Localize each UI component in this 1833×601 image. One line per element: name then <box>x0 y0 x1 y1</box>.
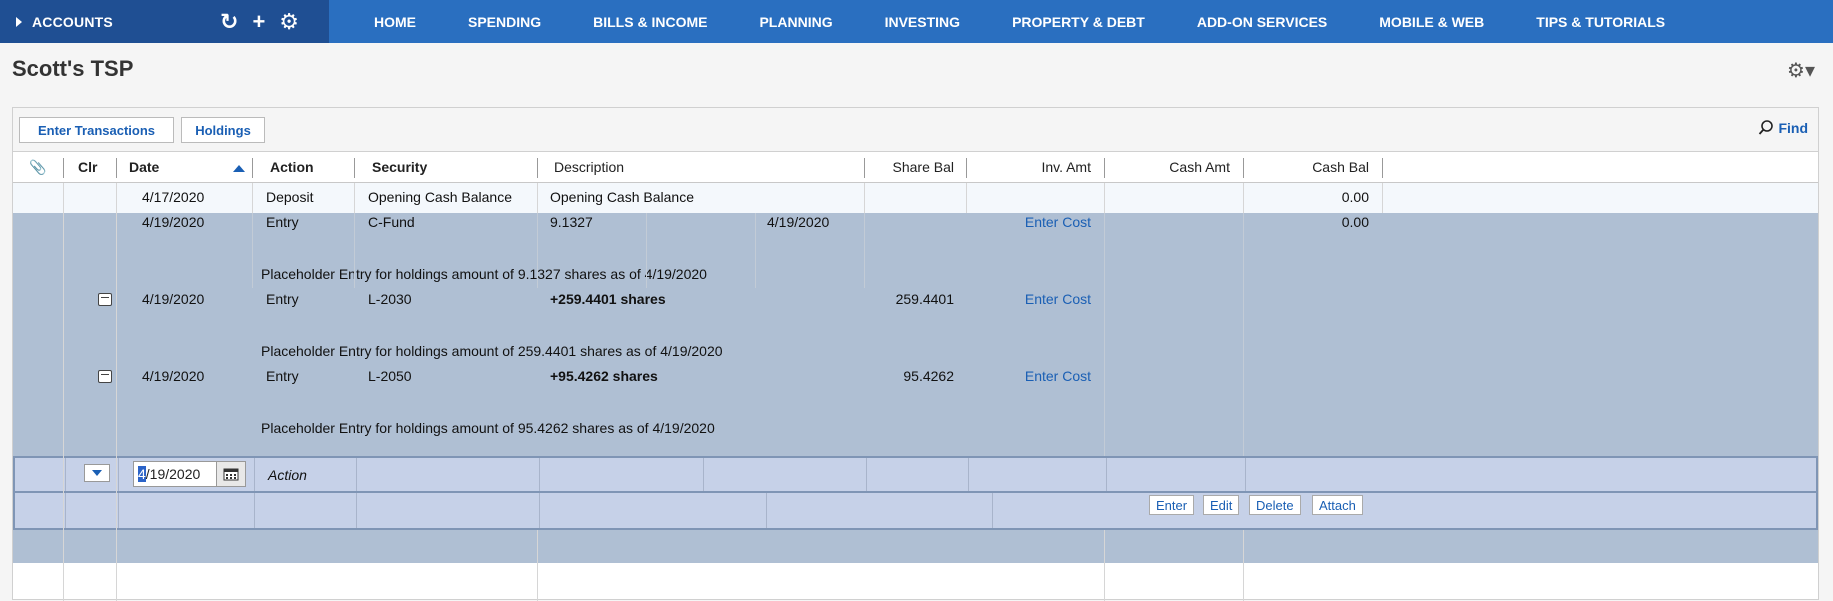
nav-spending[interactable]: SPENDING <box>442 0 567 43</box>
find-label: Find <box>1778 120 1808 136</box>
register-panel: Enter Transactions Holdings Find 📎 Clr D… <box>12 107 1819 601</box>
calculator-icon[interactable] <box>98 370 112 383</box>
col-cash-amt[interactable]: Cash Amt <box>1106 152 1230 182</box>
attachment-column-icon: 📎 <box>29 158 47 175</box>
col-date[interactable]: Date <box>129 152 159 182</box>
nav-add-on-services[interactable]: ADD-ON SERVICES <box>1171 0 1353 43</box>
action-field[interactable]: Action <box>268 467 307 483</box>
row-memo: Placeholder Entry for holdings amount of… <box>261 420 715 436</box>
row-share-bal: 95.4262 <box>903 368 954 384</box>
register-toolbar: Enter Transactions Holdings Find <box>13 108 1818 152</box>
transaction-edit-row[interactable]: 4/19/2020 Action <box>13 456 1818 493</box>
top-navigation-bar: ACCOUNTS ↻ + ⚙ HOME SPENDING BILLS & INC… <box>0 0 1833 43</box>
nav-tips-tutorials[interactable]: TIPS & TUTORIALS <box>1510 0 1691 43</box>
row-description-date: 4/19/2020 <box>767 214 830 230</box>
col-cash-bal[interactable]: Cash Bal <box>1245 152 1369 182</box>
refresh-icon[interactable]: ↻ <box>220 10 238 33</box>
nav-property-debt[interactable]: PROPERTY & DEBT <box>986 0 1171 43</box>
enter-cost-link[interactable]: Enter Cost <box>968 291 1091 307</box>
col-inv-amt[interactable]: Inv. Amt <box>968 152 1091 182</box>
calendar-icon <box>223 468 239 481</box>
row-security: Opening Cash Balance <box>368 189 512 205</box>
accounts-label: ACCOUNTS <box>32 13 113 30</box>
row-action: Entry <box>266 291 299 307</box>
chevron-down-icon <box>92 470 102 476</box>
row-description: +259.4401 shares <box>550 291 666 307</box>
date-input-cursor: 4 <box>138 466 146 482</box>
expand-triangle-icon <box>16 16 22 27</box>
nav-investing[interactable]: INVESTING <box>859 0 986 43</box>
row-date: 4/19/2020 <box>142 368 205 384</box>
row-action: Entry <box>266 368 299 384</box>
nav-mobile-web[interactable]: MOBILE & WEB <box>1353 0 1510 43</box>
settings-gear-icon[interactable]: ⚙ <box>279 10 299 33</box>
transaction-edit-actions-row: Enter Edit Delete Attach <box>13 493 1818 530</box>
row-date: 4/19/2020 <box>142 291 205 307</box>
date-input-value: /19/2020 <box>145 466 201 482</box>
page-gear-menu-icon[interactable]: ⚙▾ <box>1787 58 1815 83</box>
calendar-icon-button[interactable] <box>216 461 246 487</box>
row-security: C-Fund <box>368 214 415 230</box>
nav-planning[interactable]: PLANNING <box>733 0 858 43</box>
grid-header: 📎 Clr Date Action Security Description S… <box>13 152 1818 183</box>
row-description: +95.4262 shares <box>550 368 658 384</box>
row-description: Opening Cash Balance <box>550 189 694 205</box>
col-description[interactable]: Description <box>554 152 624 182</box>
row-memo: Placeholder Entry for holdings amount of… <box>261 343 723 359</box>
row-share-bal: 259.4401 <box>895 291 954 307</box>
holdings-button[interactable]: Holdings <box>181 117 265 143</box>
col-action[interactable]: Action <box>270 152 314 182</box>
edit-button[interactable]: Edit <box>1203 495 1240 515</box>
search-icon <box>1759 120 1774 135</box>
row-action: Deposit <box>266 189 314 205</box>
col-clr[interactable]: Clr <box>78 152 97 182</box>
nav-home[interactable]: HOME <box>329 0 442 43</box>
row-security: L-2030 <box>368 291 412 307</box>
page-title: Scott's TSP <box>12 56 134 81</box>
row-cash-bal: 0.00 <box>1341 189 1369 205</box>
attach-button[interactable]: Attach <box>1312 495 1363 515</box>
delete-button[interactable]: Delete <box>1249 495 1301 515</box>
sort-ascending-icon <box>233 165 245 172</box>
find-button[interactable]: Find <box>1758 120 1808 136</box>
nav-bills-income[interactable]: BILLS & INCOME <box>567 0 733 43</box>
row-action: Entry <box>266 214 299 230</box>
row-description: 9.1327 <box>550 214 593 230</box>
row-security: L-2050 <box>368 368 412 384</box>
table-row[interactable]: 4/17/2020 Deposit Opening Cash Balance O… <box>13 183 1818 213</box>
add-icon[interactable]: + <box>252 10 265 33</box>
row-date: 4/17/2020 <box>142 189 205 205</box>
enter-transactions-button[interactable]: Enter Transactions <box>19 117 174 143</box>
enter-cost-link[interactable]: Enter Cost <box>968 368 1091 384</box>
accounts-toggle[interactable]: ACCOUNTS ↻ + ⚙ <box>0 0 329 43</box>
calculator-icon[interactable] <box>98 293 112 306</box>
row-cash-bal: 0.00 <box>1341 214 1369 230</box>
row-date: 4/19/2020 <box>142 214 205 230</box>
date-input[interactable]: 4/19/2020 <box>133 461 217 487</box>
clear-status-dropdown[interactable] <box>84 464 110 482</box>
enter-button[interactable]: Enter <box>1149 495 1195 515</box>
enter-cost-link[interactable]: Enter Cost <box>968 214 1091 230</box>
row-memo: Placeholder Entry for holdings amount of… <box>261 266 707 282</box>
col-share-bal[interactable]: Share Bal <box>865 152 954 182</box>
col-security[interactable]: Security <box>372 152 427 182</box>
